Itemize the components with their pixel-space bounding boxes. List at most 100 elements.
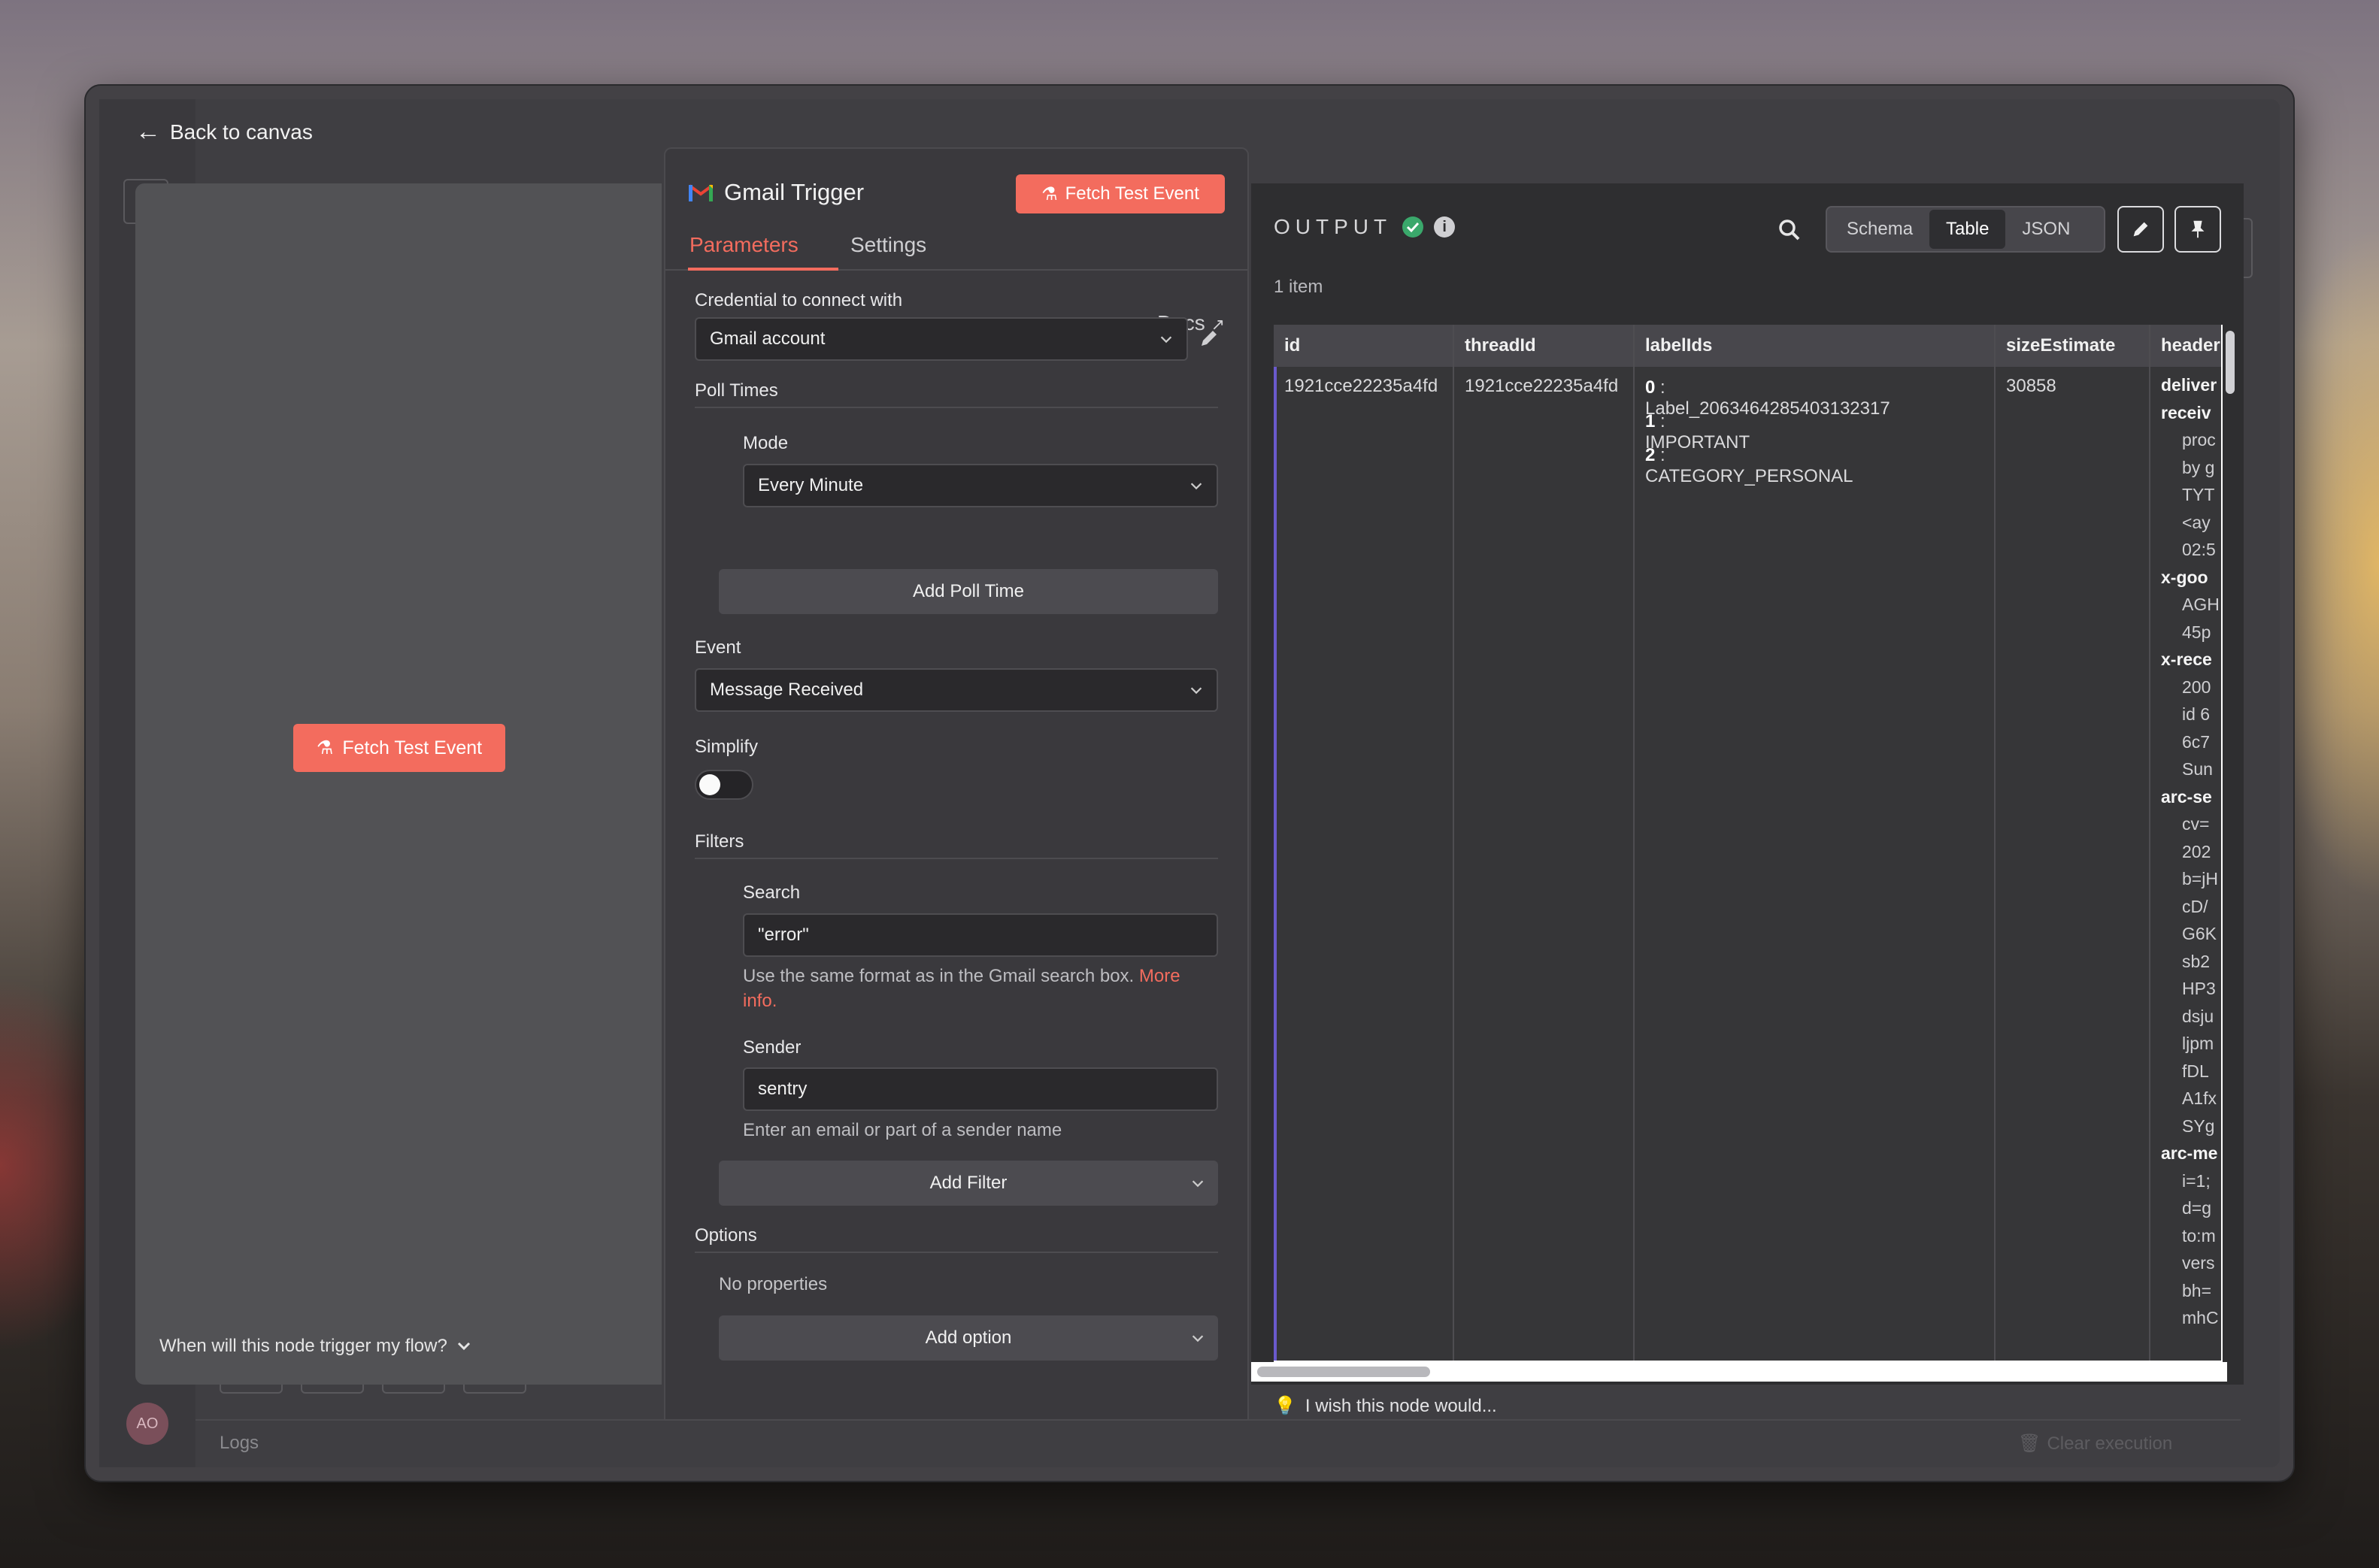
fetch-label: Fetch Test Event [1065, 183, 1199, 204]
header-key: x-goo [2161, 567, 2208, 587]
cell-size-estimate: 30858 [2006, 376, 2056, 396]
column-header[interactable]: header [2161, 325, 2220, 367]
header-value: SYg [2182, 1115, 2215, 1136]
header-value: AGH [2182, 595, 2220, 614]
simplify-toggle[interactable] [695, 770, 753, 800]
add-filter-label: Add Filter [929, 1173, 1008, 1193]
logs-bar [195, 1419, 2241, 1466]
arrow-left-icon: ← [135, 117, 161, 146]
column-header[interactable]: sizeEstimate [2006, 325, 2115, 367]
node-header: Gmail Trigger [688, 179, 864, 206]
view-json[interactable]: JSON [2005, 210, 2087, 249]
chevron-down-icon [1192, 1180, 1204, 1188]
header-value: Sun [2182, 759, 2213, 779]
vertical-scrollbar[interactable] [2226, 331, 2235, 394]
tab-parameters[interactable]: Parameters [688, 227, 838, 271]
chevron-down-icon [457, 1342, 470, 1351]
trash-icon: 🗑 [2018, 1433, 2041, 1454]
filters-label: Filters [695, 831, 744, 852]
edit-credential-icon[interactable] [1197, 326, 1221, 350]
header-value: 200 [2182, 677, 2211, 697]
column-header[interactable]: id [1284, 325, 1300, 367]
cell-headers: deliver receiv proc by g TYT <ay 02:5 x-goo AGH 4… [2161, 371, 2220, 1332]
chevron-down-icon [1190, 483, 1202, 490]
horizontal-scrollbar[interactable] [1257, 1367, 1430, 1377]
avatar[interactable]: AO [126, 1403, 168, 1445]
tab-settings[interactable]: Settings [850, 227, 926, 271]
header-key: x-rece [2161, 649, 2212, 669]
header-value: by g [2182, 457, 2215, 477]
header-value: i=1; [2182, 1170, 2211, 1191]
header-value: vers [2182, 1253, 2215, 1273]
mode-select[interactable]: Every Minute [743, 464, 1218, 507]
add-poll-time-button[interactable]: Add Poll Time [719, 569, 1218, 614]
mode-value: Every Minute [758, 475, 864, 495]
header-key: arc-me [2161, 1143, 2218, 1163]
poll-times-label: Poll Times [695, 380, 778, 401]
fetch-test-event-button-panel[interactable]: ⚗ Fetch Test Event [1016, 174, 1225, 213]
pin-data-button[interactable] [2174, 206, 2221, 253]
header-value: cv= [2182, 814, 2210, 834]
search-input[interactable]: "error" [743, 913, 1218, 957]
options-label: Options [695, 1225, 757, 1246]
fetch-label: Fetch Test Event [342, 737, 483, 758]
chevron-down-icon [1190, 687, 1202, 695]
no-properties-text: No properties [719, 1274, 828, 1294]
feedback-label: I wish this node would... [1305, 1395, 1497, 1416]
header-value: fDL [2182, 1061, 2209, 1081]
fetch-test-event-button[interactable]: ⚗ Fetch Test Event [293, 724, 505, 772]
column-divider [1994, 325, 1996, 1361]
header-value: proc [2182, 430, 2216, 450]
feedback-link[interactable]: 💡 I wish this node would... [1274, 1395, 1497, 1417]
lightbulb-icon: 💡 [1274, 1396, 1296, 1416]
info-icon[interactable]: i [1434, 216, 1456, 238]
trigger-question-toggle[interactable]: When will this node trigger my flow? [159, 1336, 473, 1357]
credential-select[interactable]: Gmail account [695, 317, 1188, 361]
edit-output-button[interactable] [2117, 206, 2164, 253]
back-label: Back to canvas [170, 120, 313, 144]
clear-execution-button[interactable]: 🗑 Clear execution [2018, 1433, 2172, 1454]
header-value: ljpm [2182, 1034, 2214, 1053]
header-value: d=g [2182, 1198, 2212, 1218]
view-table[interactable]: Table [1929, 210, 2006, 249]
add-option-button[interactable]: Add option [719, 1315, 1218, 1361]
column-header[interactable]: labelIds [1645, 325, 1712, 367]
credential-label: Credential to connect with [695, 290, 903, 310]
pencil-icon [2133, 222, 2148, 237]
sender-hint: Enter an email or part of a sender name [743, 1120, 1062, 1140]
event-value: Message Received [710, 680, 864, 700]
header-value: id 6 [2182, 704, 2211, 724]
item-count: 1 item [1274, 277, 1323, 297]
header-value: sb2 [2182, 951, 2211, 971]
search-hint-text: Use the same format as in the Gmail sear… [743, 966, 1135, 986]
column-divider [1633, 325, 1635, 1361]
add-option-label: Add option [925, 1327, 1012, 1348]
sender-label: Sender [743, 1037, 802, 1058]
sender-input[interactable]: sentry [743, 1067, 1218, 1111]
add-filter-button[interactable]: Add Filter [719, 1161, 1218, 1206]
event-select[interactable]: Message Received [695, 668, 1218, 712]
header-value: A1fx [2182, 1088, 2217, 1108]
simplify-label: Simplify [695, 737, 759, 757]
success-check-icon [1402, 216, 1424, 238]
column-divider [1453, 325, 1454, 1361]
search-icon[interactable] [1777, 218, 1802, 242]
canvas-panel [135, 183, 662, 1385]
mode-label: Mode [743, 433, 789, 453]
chevron-down-icon [1160, 336, 1172, 344]
column-header[interactable]: threadId [1465, 325, 1536, 367]
header-value: mhC [2182, 1308, 2219, 1327]
pin-icon [2191, 220, 2205, 238]
view-schema[interactable]: Schema [1830, 210, 1929, 249]
header-value: G6K [2182, 924, 2217, 943]
cell-thread-id: 1921cce22235a4fd [1465, 376, 1619, 396]
clear-execution-label: Clear execution [2047, 1433, 2173, 1454]
cell-id: 1921cce22235a4fd [1284, 376, 1438, 396]
logs-label[interactable]: Logs [220, 1433, 259, 1454]
header-value: <ay [2182, 512, 2211, 532]
row-highlight [1274, 367, 1277, 1361]
back-to-canvas-link[interactable]: ← Back to canvas [135, 117, 313, 147]
header-key: receiv [2161, 402, 2211, 422]
toggle-knob [699, 774, 720, 795]
output-title: OUTPUT [1274, 215, 1393, 238]
